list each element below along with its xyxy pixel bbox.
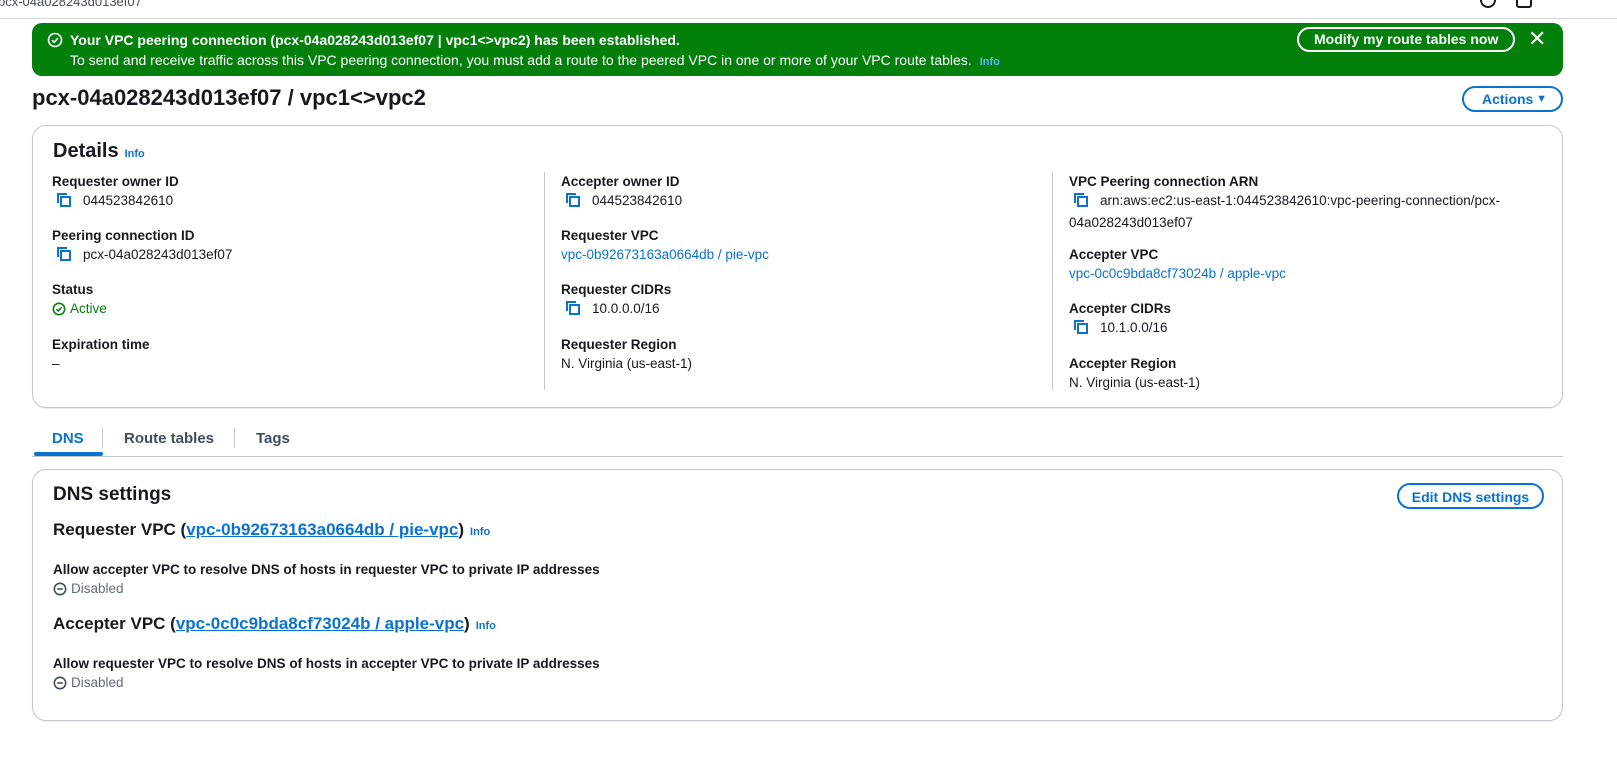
requester-cidrs-label: Requester CIDRs xyxy=(561,282,672,297)
accepter-dns-setting: Allow requester VPC to resolve DNS of ho… xyxy=(53,654,600,692)
requester-vpc-prefix: Requester VPC ( xyxy=(53,520,187,539)
expiration-time-field: Expiration time – xyxy=(52,335,512,373)
peering-connection-id-label: Peering connection ID xyxy=(52,228,195,243)
copy-icon[interactable] xyxy=(56,246,72,267)
accepter-dns-setting-label: Allow requester VPC to resolve DNS of ho… xyxy=(53,656,600,671)
requester-dns-status: Disabled xyxy=(53,579,600,598)
copy-icon[interactable] xyxy=(56,192,72,213)
requester-vpc-suffix: ) xyxy=(458,520,465,539)
dns-requester-vpc-link[interactable]: vpc-0b92673163a0664db / pie-vpc xyxy=(186,520,458,539)
accepter-dns-status-value: Disabled xyxy=(71,675,124,690)
requester-vpc-subheading: Requester VPC (vpc-0b92673163a0664db / p… xyxy=(53,520,490,540)
page-title: pcx-04a028243d013ef07 / vpc1<>vpc2 xyxy=(32,85,426,110)
peering-arn-field: VPC Peering connection ARN arn:aws:ec2:u… xyxy=(1069,172,1529,232)
flash-title: Your VPC peering connection (pcx-04a0282… xyxy=(70,32,680,48)
flash-description: To send and receive traffic across this … xyxy=(70,52,1000,68)
requester-dns-setting-label: Allow accepter VPC to resolve DNS of hos… xyxy=(53,562,600,577)
details-info-link[interactable]: Info xyxy=(125,148,145,160)
close-icon[interactable]: ✕ xyxy=(1528,28,1546,50)
accepter-vpc-label: Accepter VPC xyxy=(1069,247,1159,262)
requester-region-field: Requester Region N. Virginia (us-east-1) xyxy=(561,335,1021,373)
copy-icon[interactable] xyxy=(565,300,581,321)
tab-separator xyxy=(102,428,103,448)
details-panel: Details Info Requester owner ID 044523842… xyxy=(32,125,1563,408)
requester-info-link[interactable]: Info xyxy=(470,526,490,538)
success-check-icon xyxy=(47,32,63,51)
accepter-vpc-prefix: Accepter VPC ( xyxy=(53,614,176,633)
copy-icon[interactable] xyxy=(1073,192,1089,213)
accepter-vpc-subheading: Accepter VPC (vpc-0c0c9bda8cf73024b / ap… xyxy=(53,614,496,634)
requester-vpc-link[interactable]: vpc-0b92673163a0664db / pie-vpc xyxy=(561,247,769,262)
tab-route-tables[interactable]: Route tables xyxy=(124,430,214,447)
accepter-region-label: Accepter Region xyxy=(1069,356,1177,371)
accepter-owner-id-label: Accepter owner ID xyxy=(561,174,680,189)
success-flashbar: Your VPC peering connection (pcx-04a0282… xyxy=(32,23,1563,76)
requester-cidrs-value: 10.0.0.0/16 xyxy=(592,301,660,316)
expiration-time-value: – xyxy=(52,356,60,371)
accepter-cidrs-field: Accepter CIDRs 10.1.0.0/16 xyxy=(1069,299,1529,340)
caret-down-icon: ▼ xyxy=(1536,93,1547,105)
requester-vpc-label: Requester VPC xyxy=(561,228,659,243)
accepter-region-value: N. Virginia (us-east-1) xyxy=(1069,375,1201,390)
actions-button[interactable]: Actions ▼ xyxy=(1462,86,1563,112)
disabled-icon xyxy=(53,676,67,690)
dns-settings-panel: DNS settings Edit DNS settings Requester… xyxy=(32,469,1563,721)
disabled-icon xyxy=(53,582,67,596)
dns-settings-heading: DNS settings xyxy=(53,484,172,505)
details-column-3: VPC Peering connection ARN arn:aws:ec2:u… xyxy=(1052,172,1549,390)
peering-arn-value-line1: arn:aws:ec2:us-east-1:044523842610:vpc-p… xyxy=(1100,193,1500,208)
requester-vpc-field: Requester VPC vpc-0b92673163a0664db / pi… xyxy=(561,226,1021,264)
requester-region-value: N. Virginia (us-east-1) xyxy=(561,356,693,371)
peering-arn-label: VPC Peering connection ARN xyxy=(1069,174,1259,189)
requester-owner-id-value: 044523842610 xyxy=(83,193,174,208)
peering-connection-id-field: Peering connection ID pcx-04a028243d013e… xyxy=(52,226,512,267)
accepter-info-link[interactable]: Info xyxy=(476,620,496,632)
accepter-owner-id-value: 044523842610 xyxy=(592,193,683,208)
accepter-vpc-field: Accepter VPC vpc-0c0c9bda8cf73024b / app… xyxy=(1069,245,1529,283)
requester-owner-id-field: Requester owner ID 044523842610 xyxy=(52,172,512,213)
tab-separator xyxy=(234,428,235,448)
breadcrumb[interactable]: pcx-04a028243d013ef07 xyxy=(0,0,142,9)
status-field: Status Active xyxy=(52,280,512,318)
requester-owner-id-label: Requester owner ID xyxy=(52,174,179,189)
requester-dns-status-value: Disabled xyxy=(71,581,124,596)
requester-cidrs-field: Requester CIDRs 10.0.0.0/16 xyxy=(561,280,1021,321)
dns-accepter-vpc-link[interactable]: vpc-0c0c9bda8cf73024b / apple-vpc xyxy=(176,614,464,633)
status-value: Active xyxy=(70,301,107,316)
tab-dns[interactable]: DNS xyxy=(52,430,84,447)
accepter-dns-status: Disabled xyxy=(53,673,600,692)
accepter-cidrs-label: Accepter CIDRs xyxy=(1069,301,1172,316)
info-circle-icon[interactable] xyxy=(1480,0,1496,8)
details-heading-text: Details xyxy=(53,140,119,162)
accepter-vpc-link[interactable]: vpc-0c0c9bda8cf73024b / apple-vpc xyxy=(1069,266,1286,281)
requester-region-label: Requester Region xyxy=(561,337,677,352)
copy-icon[interactable] xyxy=(565,192,581,213)
copy-icon[interactable] xyxy=(1073,319,1089,340)
accepter-cidrs-value: 10.1.0.0/16 xyxy=(1100,320,1168,335)
actions-label: Actions xyxy=(1482,91,1534,107)
flash-info-link[interactable]: Info xyxy=(980,56,1000,68)
settings-icon[interactable] xyxy=(1516,0,1532,8)
peering-arn-value-line2: 04a028243d013ef07 xyxy=(1069,215,1193,230)
accepter-owner-id-field: Accepter owner ID 044523842610 xyxy=(561,172,1021,213)
accepter-vpc-suffix: ) xyxy=(464,614,470,633)
expiration-time-label: Expiration time xyxy=(52,337,150,352)
requester-dns-setting: Allow accepter VPC to resolve DNS of hos… xyxy=(53,560,600,598)
active-tab-indicator xyxy=(34,452,103,456)
peering-connection-id-value: pcx-04a028243d013ef07 xyxy=(83,247,233,262)
status-success-icon xyxy=(52,302,66,316)
accepter-region-field: Accepter Region N. Virginia (us-east-1) xyxy=(1069,354,1529,392)
modify-route-tables-button[interactable]: Modify my route tables now xyxy=(1297,27,1516,52)
details-heading: Details Info xyxy=(53,140,145,163)
tab-bar: DNS Route tables Tags xyxy=(32,420,1563,457)
edit-dns-settings-button[interactable]: Edit DNS settings xyxy=(1397,483,1544,509)
flash-description-text: To send and receive traffic across this … xyxy=(70,52,972,68)
top-strip: pcx-04a028243d013ef07 xyxy=(0,0,1617,19)
details-column-2: Accepter owner ID 044523842610 Requester… xyxy=(544,172,1041,390)
tab-tags[interactable]: Tags xyxy=(256,430,290,447)
status-label: Status xyxy=(52,282,94,297)
status-badge: Active xyxy=(52,299,512,318)
